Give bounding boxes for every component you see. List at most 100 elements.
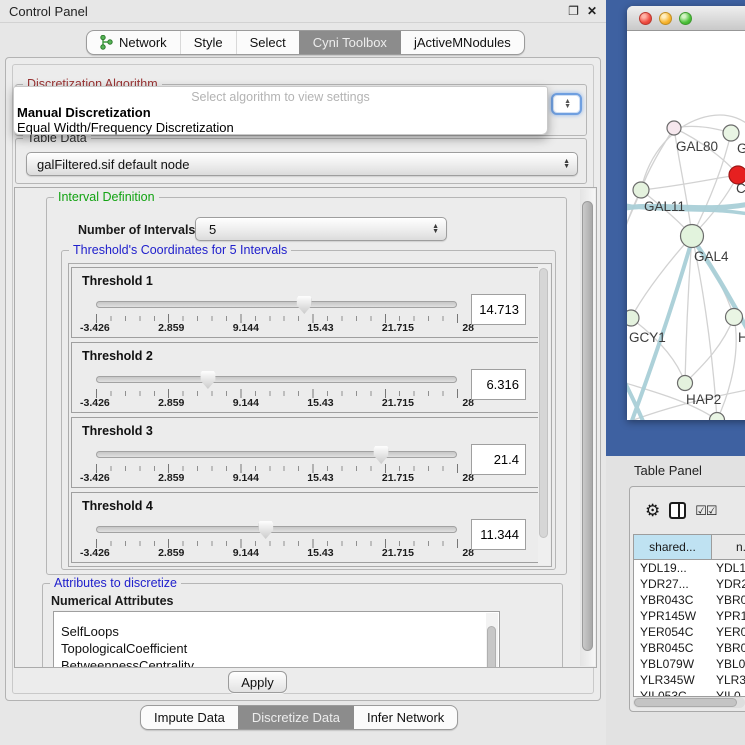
- threshold-3-value-field[interactable]: 21.4: [471, 444, 526, 475]
- tab-network[interactable]: Network: [87, 31, 180, 54]
- tab-network-label: Network: [119, 35, 167, 50]
- table-row[interactable]: YER054C YER0...: [634, 624, 745, 640]
- slider-thumb[interactable]: [297, 296, 312, 314]
- scrollbar-thumb[interactable]: [539, 268, 548, 538]
- network-graph: GAL80 GA C GAL11 GAL4 GCY1 H HAP2: [627, 31, 745, 420]
- thresholds-group: Threshold's Coordinates for 5 Intervals …: [61, 250, 556, 570]
- slider-thumb[interactable]: [374, 446, 389, 464]
- network-canvas[interactable]: GAL80 GA C GAL11 GAL4 GCY1 H HAP2: [627, 31, 745, 420]
- table-row[interactable]: YDR27... YDR2...: [634, 576, 745, 592]
- threshold-row-4: Threshold 4 -3.4262.8599.14415.4321.7152…: [71, 492, 540, 563]
- number-of-intervals-label: Number of Intervals: [78, 223, 195, 237]
- threshold-2-slider[interactable]: [96, 376, 457, 384]
- node-gcy1: [627, 310, 639, 326]
- slider-track[interactable]: [96, 376, 457, 383]
- desktop-background: GAL80 GA C GAL11 GAL4 GCY1 H HAP2: [606, 0, 745, 456]
- node-label: HAP2: [686, 392, 721, 407]
- combo-arrows-icon: ▲▼: [564, 95, 571, 113]
- list-item[interactable]: BetweennessCentrality: [54, 658, 499, 668]
- table-row[interactable]: YBR043C YBR0...: [634, 592, 745, 608]
- node-label: GAL11: [644, 199, 685, 214]
- slider-tick-labels: -3.4262.8599.14415.4321.71528: [80, 547, 474, 559]
- node-bottom-clipped: [710, 413, 725, 421]
- threshold-3-slider[interactable]: [96, 451, 457, 459]
- slider-thumb[interactable]: [200, 371, 215, 389]
- slider-tick-labels: -3.4262.8599.14415.4321.71528: [80, 472, 474, 484]
- table-row[interactable]: YIL053C YIL0...: [634, 688, 745, 697]
- float-panel-icon[interactable]: ❐: [568, 5, 579, 17]
- node-label: H: [738, 330, 745, 345]
- table-row[interactable]: YPR145W YPR1...: [634, 608, 745, 624]
- interval-definition-group: Interval Definition Number of Intervals …: [46, 197, 567, 575]
- node-gal80: [667, 121, 681, 135]
- slider-thumb[interactable]: [258, 521, 273, 539]
- node-label: C: [736, 181, 745, 196]
- tab-discretize-data[interactable]: Discretize Data: [238, 706, 353, 729]
- table-horizontal-scrollbar[interactable]: [633, 697, 745, 708]
- threshold-1-slider[interactable]: [96, 301, 457, 309]
- numerical-attributes-label: Numerical Attributes: [51, 594, 173, 608]
- gear-icon[interactable]: ⚙: [645, 502, 660, 519]
- threshold-4-value-field[interactable]: 11.344: [471, 519, 526, 550]
- tab-jactivemnodules[interactable]: jActiveMNodules: [400, 31, 524, 54]
- minimize-window-icon[interactable]: [659, 12, 672, 25]
- algorithm-combobox-fragment[interactable]: ▲▼: [551, 93, 582, 115]
- scrollbar-thumb[interactable]: [582, 201, 593, 651]
- numerical-attributes-list[interactable]: SelfLoopsTopologicalCoefficientBetweenne…: [53, 611, 500, 668]
- threshold-4-slider[interactable]: [96, 526, 457, 534]
- combo-arrows-icon: ▲▼: [432, 218, 439, 240]
- table-data-combobox[interactable]: galFiltered.sif default node ▲▼: [26, 152, 578, 176]
- tab-select[interactable]: Select: [236, 31, 299, 54]
- slider-track[interactable]: [96, 301, 457, 308]
- number-of-intervals-combobox[interactable]: 5 ▲▼: [195, 217, 447, 241]
- table-row[interactable]: YBL079W YBL0...: [634, 656, 745, 672]
- scrollbar-thumb[interactable]: [487, 626, 496, 668]
- scrollbar-thumb[interactable]: [634, 698, 737, 707]
- network-window[interactable]: GAL80 GA C GAL11 GAL4 GCY1 H HAP2: [627, 6, 745, 420]
- popup-item-manual-discretization[interactable]: Manual Discretization: [14, 105, 547, 120]
- bottom-tab-bar: Impute Data Discretize Data Infer Networ…: [140, 705, 458, 730]
- attributes-group-title: Attributes to discretize: [50, 576, 181, 590]
- tab-impute-data[interactable]: Impute Data: [141, 706, 238, 729]
- settings-scrollbar[interactable]: [580, 189, 595, 666]
- table-data-group: Table Data galFiltered.sif default node …: [15, 138, 587, 184]
- node-clipped-right-top: [723, 125, 739, 141]
- list-item[interactable]: TopologicalCoefficient: [54, 641, 499, 658]
- checkbox-icon[interactable]: ☑☑: [695, 504, 716, 517]
- table-body: YDL19... YDL1... YDR27... YDR2... YBR043…: [634, 560, 745, 697]
- discretize-tab-content: Discretization Algorithm Table Data galF…: [12, 64, 594, 694]
- column-header-name[interactable]: n...: [712, 535, 745, 559]
- close-panel-icon[interactable]: ✕: [587, 5, 597, 17]
- node-gal4: [681, 225, 704, 248]
- attributes-list-scrollbar[interactable]: [486, 613, 498, 668]
- combo-arrows-icon: ▲▼: [563, 153, 570, 175]
- threshold-row-3: Threshold 3 -3.4262.8599.14415.4321.7152…: [71, 417, 540, 488]
- table-data-combobox-value: galFiltered.sif default node: [27, 157, 189, 172]
- threshold-2-value-field[interactable]: 6.316: [471, 369, 526, 400]
- node-label: GCY1: [629, 330, 666, 345]
- tab-style[interactable]: Style: [180, 31, 236, 54]
- tab-infer-network[interactable]: Infer Network: [353, 706, 457, 729]
- list-item[interactable]: SelfLoops: [54, 624, 499, 641]
- thresholds-scrollbar[interactable]: [538, 265, 550, 565]
- tab-cyni-toolbox[interactable]: Cyni Toolbox: [299, 31, 400, 54]
- algorithm-popup: Select algorithm to view settings Manual…: [13, 86, 548, 135]
- split-column-icon[interactable]: [669, 502, 686, 519]
- top-tab-bar: Network Style Select Cyni Toolbox jActiv…: [86, 30, 525, 55]
- column-header-shared-name[interactable]: shared...: [634, 535, 712, 559]
- control-panel: Control Panel ❐ ✕ Network Style Select C…: [0, 0, 606, 745]
- slider-track[interactable]: [96, 526, 457, 533]
- thresholds-group-title: Threshold's Coordinates for 5 Intervals: [69, 243, 291, 257]
- node-hap2: [678, 376, 693, 391]
- threshold-1-value-field[interactable]: 14.713: [471, 294, 526, 325]
- zoom-window-icon[interactable]: [679, 12, 692, 25]
- table-row[interactable]: YBR045C YBR0...: [634, 640, 745, 656]
- attributes-group: Attributes to discretize Numerical Attri…: [42, 583, 563, 668]
- close-window-icon[interactable]: [639, 12, 652, 25]
- slider-track[interactable]: [96, 451, 457, 458]
- popup-item-equal-width-frequency[interactable]: Equal Width/Frequency Discretization: [14, 120, 547, 135]
- table-row[interactable]: YDL19... YDL1...: [634, 560, 745, 576]
- table-row[interactable]: YLR345W YLR3...: [634, 672, 745, 688]
- apply-button[interactable]: Apply: [228, 671, 287, 693]
- control-panel-titlebar: Control Panel ❐ ✕: [0, 0, 606, 23]
